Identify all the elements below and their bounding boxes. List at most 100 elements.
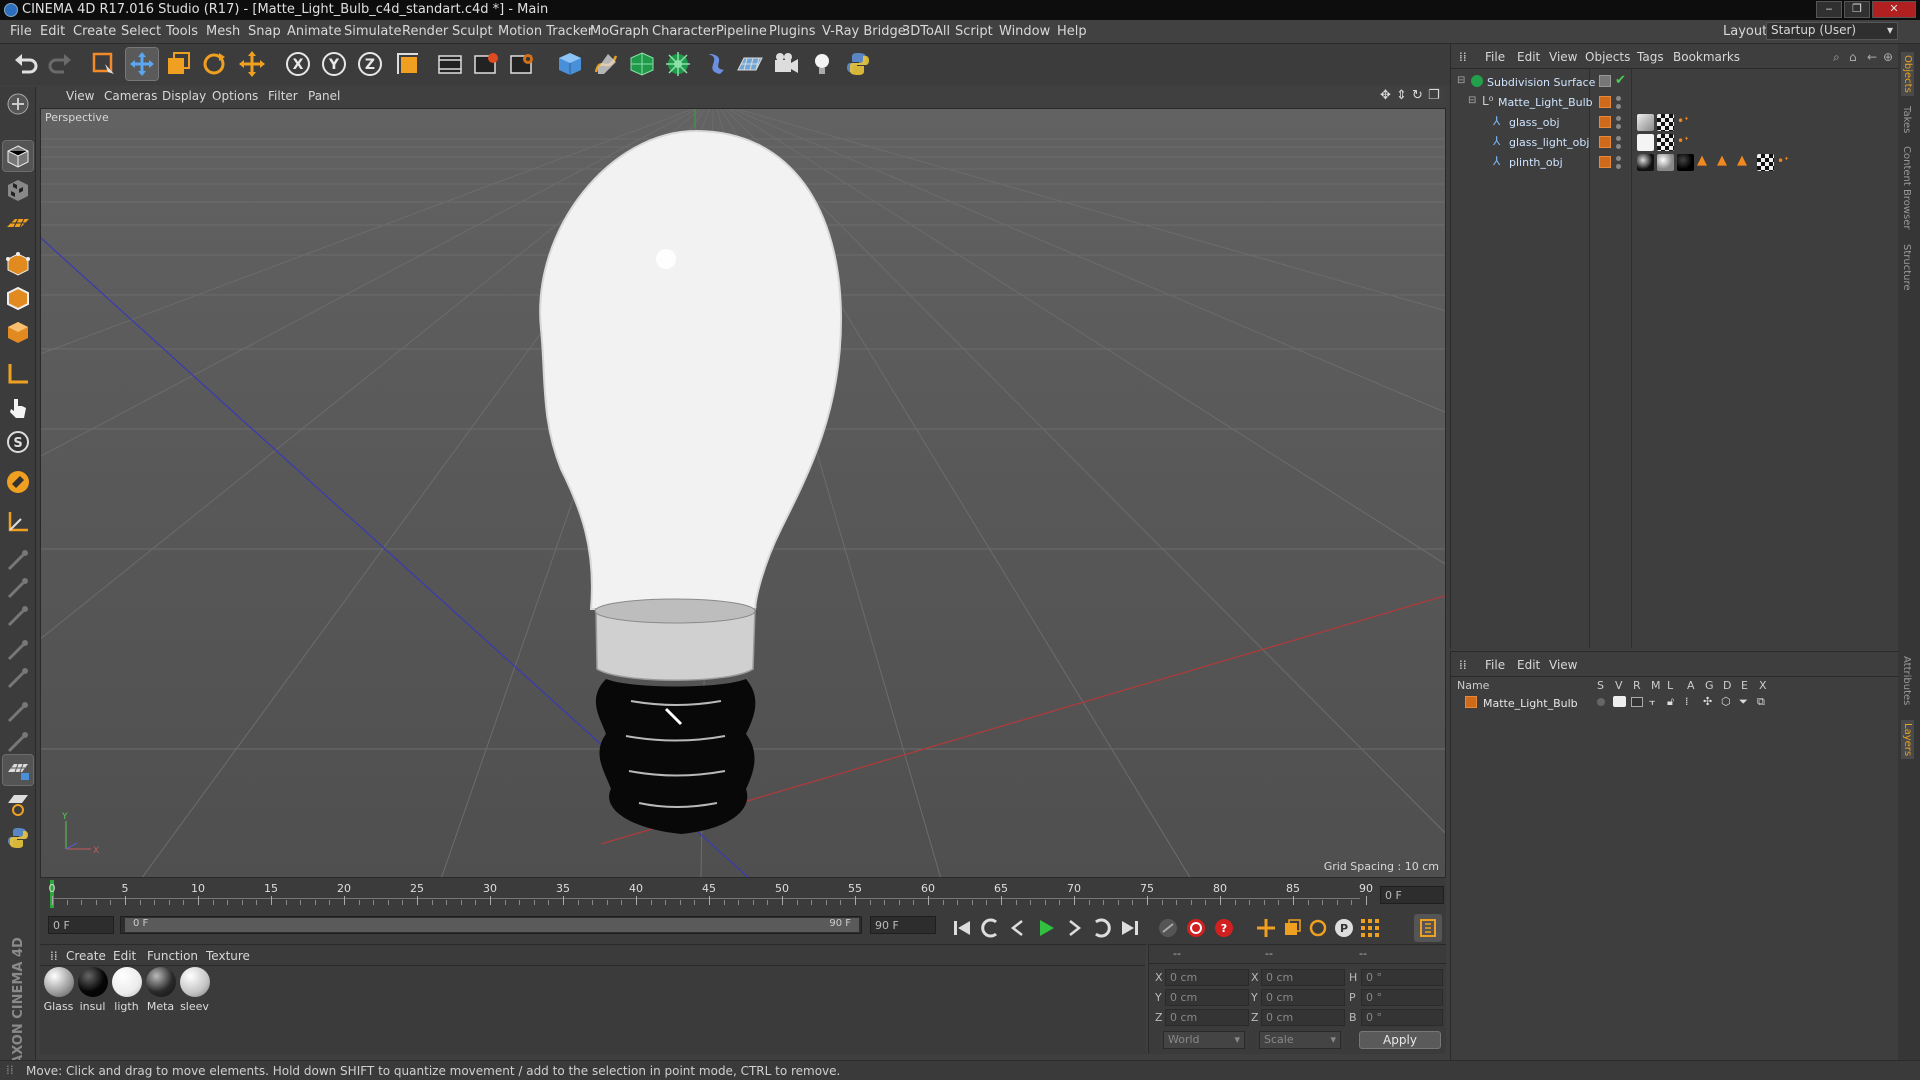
object-row-glass-obj[interactable]: ⅄ glass_obj •ᐩ [1451, 113, 1898, 133]
deformer-button[interactable] [698, 48, 730, 80]
selection-tag-icon[interactable]: ▲ [1717, 153, 1727, 168]
selection-tag-icon[interactable]: ▲ [1737, 153, 1747, 168]
rotation-b-field[interactable]: 0 ° [1361, 1009, 1443, 1026]
redo-button[interactable] [44, 48, 76, 80]
workplane-mode-button[interactable] [3, 209, 33, 239]
menu-vray-bridge[interactable]: V-Ray Bridge [822, 24, 906, 39]
sculpt-brush-3-button[interactable] [3, 601, 33, 631]
visible-eye-icon[interactable] [1613, 696, 1626, 707]
solo-button[interactable]: S [3, 427, 33, 457]
viewport-menu-display[interactable]: Display [162, 89, 206, 103]
subdivision-surface-button[interactable] [626, 48, 658, 80]
edit-render-settings-button[interactable] [506, 48, 538, 80]
menu-tools[interactable]: Tools [166, 24, 198, 39]
uvw-tag-icon[interactable] [1757, 154, 1774, 171]
render-visibility-dot[interactable] [1616, 164, 1621, 169]
sculpt-brush-5-button[interactable] [3, 663, 33, 693]
enabled-check-icon[interactable]: ✔ [1615, 73, 1626, 88]
collapse-icon[interactable]: ⊟ [1468, 95, 1476, 106]
viewport-menu-view[interactable]: View [66, 89, 94, 103]
phong-tag-icon[interactable]: •ᐩ [1777, 154, 1789, 168]
selection-tag-icon[interactable]: ▲ [1697, 153, 1707, 168]
position-z-field[interactable]: 0 cm [1165, 1009, 1249, 1026]
rotation-h-field[interactable]: 0 ° [1361, 969, 1443, 986]
menu-file[interactable]: File [10, 24, 32, 39]
object-menu-bookmarks[interactable]: Bookmarks [1673, 50, 1740, 64]
perspective-viewport[interactable]: Y X Perspective Grid Spacing : 10 cm [40, 108, 1446, 878]
record-button[interactable] [1182, 914, 1210, 942]
viewport-move-icon[interactable]: ✥ [1380, 88, 1391, 103]
model-mode-button[interactable] [2, 140, 34, 172]
menu-mesh[interactable]: Mesh [206, 24, 240, 39]
scale-button[interactable] [162, 48, 194, 80]
material-menu-edit[interactable]: Edit [113, 949, 136, 963]
solo-toggle-icon[interactable] [1597, 698, 1605, 706]
menu-edit[interactable]: Edit [40, 24, 65, 39]
script-python-button[interactable] [3, 823, 33, 853]
menu-create[interactable]: Create [73, 24, 116, 39]
tab-content-browser[interactable]: Content Browser [1901, 146, 1912, 229]
floor-button[interactable] [734, 48, 766, 80]
menu-animate[interactable]: Animate [287, 24, 341, 39]
animation-toggle-icon[interactable]: ⁞ [1685, 695, 1689, 708]
position-x-field[interactable]: 0 cm [1165, 969, 1249, 986]
layer-color-icon[interactable] [1599, 116, 1611, 128]
new-panel-icon[interactable]: ⊕ [1883, 50, 1893, 64]
python-button[interactable] [842, 48, 874, 80]
next-key-button[interactable] [1088, 914, 1116, 942]
camera-button[interactable] [770, 48, 802, 80]
render-visibility-dot[interactable] [1616, 144, 1621, 149]
menu-help[interactable]: Help [1057, 24, 1087, 39]
current-frame-field[interactable]: 0 F [1380, 886, 1444, 904]
menu-3dtoall[interactable]: 3DToAll [902, 24, 950, 39]
material-tag-icon[interactable] [1637, 134, 1654, 151]
tab-takes[interactable]: Takes [1901, 106, 1912, 133]
lock-icon[interactable]: 🔓︎ [1667, 695, 1674, 709]
live-select-button[interactable] [88, 48, 120, 80]
cube-button[interactable] [554, 48, 586, 80]
menu-sculpt[interactable]: Sculpt [452, 24, 493, 39]
viewport-scroll-icon[interactable]: ⇕ [1396, 88, 1407, 103]
layer-menu-file[interactable]: File [1485, 658, 1505, 672]
material-tag-icon[interactable] [1657, 154, 1674, 171]
go-to-end-button[interactable] [1116, 914, 1144, 942]
key-pla-button[interactable] [1356, 914, 1384, 942]
go-to-start-button[interactable] [948, 914, 976, 942]
uvw-tag-icon[interactable] [1657, 114, 1674, 131]
object-row-matte-light-bulb[interactable]: ⊟ L⁰ Matte_Light_Bulb [1451, 93, 1898, 113]
layer-menu-view[interactable]: View [1549, 658, 1577, 672]
menu-window[interactable]: Window [999, 24, 1050, 39]
menu-select[interactable]: Select [121, 24, 161, 39]
search-icon[interactable]: ⌕ [1833, 50, 1840, 65]
axis-y-button[interactable]: Y [318, 48, 350, 80]
apply-button[interactable]: Apply [1359, 1031, 1441, 1049]
tab-attributes[interactable]: Attributes [1901, 656, 1912, 705]
timeline-window-button[interactable] [1414, 914, 1442, 942]
end-frame-field[interactable]: 90 F [870, 916, 936, 934]
light-button[interactable] [806, 48, 838, 80]
menu-render[interactable]: Render [402, 24, 448, 39]
frame-range-slider[interactable]: 0 F 90 F [120, 916, 862, 934]
camera-label[interactable]: Perspective [45, 111, 109, 124]
sculpt-brush-7-button[interactable] [3, 727, 33, 757]
planar-workplane-button[interactable] [3, 789, 33, 819]
mograph-cloner-button[interactable] [662, 48, 694, 80]
render-toggle-icon[interactable] [1631, 697, 1643, 707]
coordinate-system-button[interactable] [392, 48, 424, 80]
object-row-plinth-obj[interactable]: ⅄ plinth_obj ▲ ▲ ▲ •ᐩ [1451, 153, 1898, 173]
viewport-maximize-icon[interactable]: ❐ [1428, 88, 1440, 103]
material-tag-icon[interactable] [1637, 114, 1654, 131]
material-tag-icon[interactable] [1677, 154, 1694, 171]
layer-color-icon[interactable] [1599, 156, 1611, 168]
viewport-rotate-icon[interactable]: ↻ [1412, 88, 1423, 103]
layer-menu-edit[interactable]: Edit [1517, 658, 1540, 672]
position-y-field[interactable]: 0 cm [1165, 989, 1249, 1006]
render-picture-viewer-button[interactable] [470, 48, 502, 80]
menu-script[interactable]: Script [955, 24, 993, 39]
phong-tag-icon[interactable]: •ᐩ [1677, 114, 1689, 128]
size-y-field[interactable]: 0 cm [1261, 989, 1345, 1006]
tab-layers[interactable]: Layers [1901, 720, 1914, 760]
points-mode-button[interactable] [3, 249, 33, 279]
axis-mode-button[interactable] [3, 359, 33, 389]
render-visibility-dot[interactable] [1616, 124, 1621, 129]
